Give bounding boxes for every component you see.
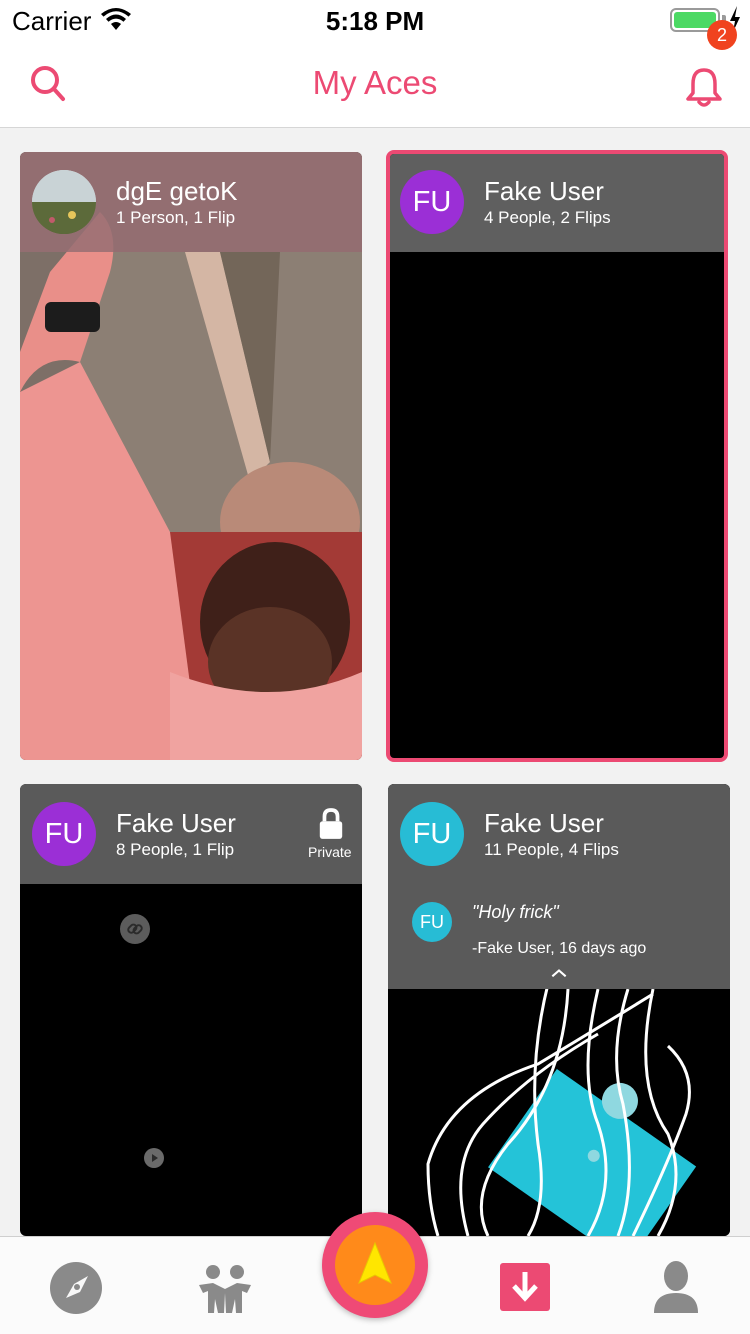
page-title: My Aces [312,64,438,101]
card-subtitle: 4 People, 2 Flips [484,208,611,227]
tab-discover[interactable] [25,1237,125,1334]
quote-avatar: FU [412,902,452,942]
avatar [32,170,96,234]
card-title: dgE getoK [116,176,238,206]
card-header: FU Fake User 11 People, 4 Flips [388,784,730,884]
nav-bar: My Aces [0,40,750,128]
ace-card[interactable]: FU Fake User 8 People, 1 Flip Private [20,784,362,1236]
notification-badge: 2 [707,20,737,50]
ace-card[interactable]: dgE getoK 1 Person, 1 Flip [20,152,362,760]
tab-people[interactable] [175,1237,275,1334]
create-ace-inner [335,1225,415,1305]
bell-icon[interactable] [680,62,728,110]
play-icon [152,1154,158,1162]
status-bar: Carrier 5:18 PM [0,0,750,40]
avatar: FU [400,170,464,234]
people-icon [199,1265,251,1313]
ace-card-selected[interactable]: FU Fake User 4 People, 2 Flips [386,150,728,762]
card-header: FU Fake User 4 People, 2 Flips [390,154,724,252]
ace-card[interactable]: FU Fake User 11 People, 4 Flips FU "Holy… [388,784,730,1236]
card-header: dgE getoK 1 Person, 1 Flip [20,152,362,252]
card-title: Fake User [484,176,604,206]
card-subtitle: 1 Person, 1 Flip [116,208,236,227]
download-box-icon [500,1263,550,1311]
avatar: FU [400,802,464,866]
card-header: FU Fake User 8 People, 1 Flip Private [20,784,362,884]
lock-icon [319,808,343,839]
avatar-photo [32,170,96,234]
clock: 5:18 PM [325,6,425,36]
card-title: Fake User [484,808,604,838]
privacy-badge: Private [308,844,352,860]
ace-logo-icon [358,1241,392,1285]
tab-my-aces[interactable] [474,1237,574,1334]
link-indicator [120,914,150,944]
compass-icon [50,1262,102,1314]
quote-text: "Holy frick" [472,902,559,922]
tab-profile[interactable] [624,1237,724,1334]
card-title: Fake User [116,808,236,838]
play-indicator [144,1148,164,1168]
card-subtitle: 11 People, 4 Flips [484,840,619,859]
quote-author: -Fake User, 16 days ago [472,940,647,957]
create-ace-button[interactable] [322,1212,428,1318]
avatar: FU [32,802,96,866]
link-icon [127,923,143,935]
user-icon [654,1261,698,1313]
chevron-up-icon[interactable] [550,968,568,978]
card-subtitle: 8 People, 1 Flip [116,840,235,859]
